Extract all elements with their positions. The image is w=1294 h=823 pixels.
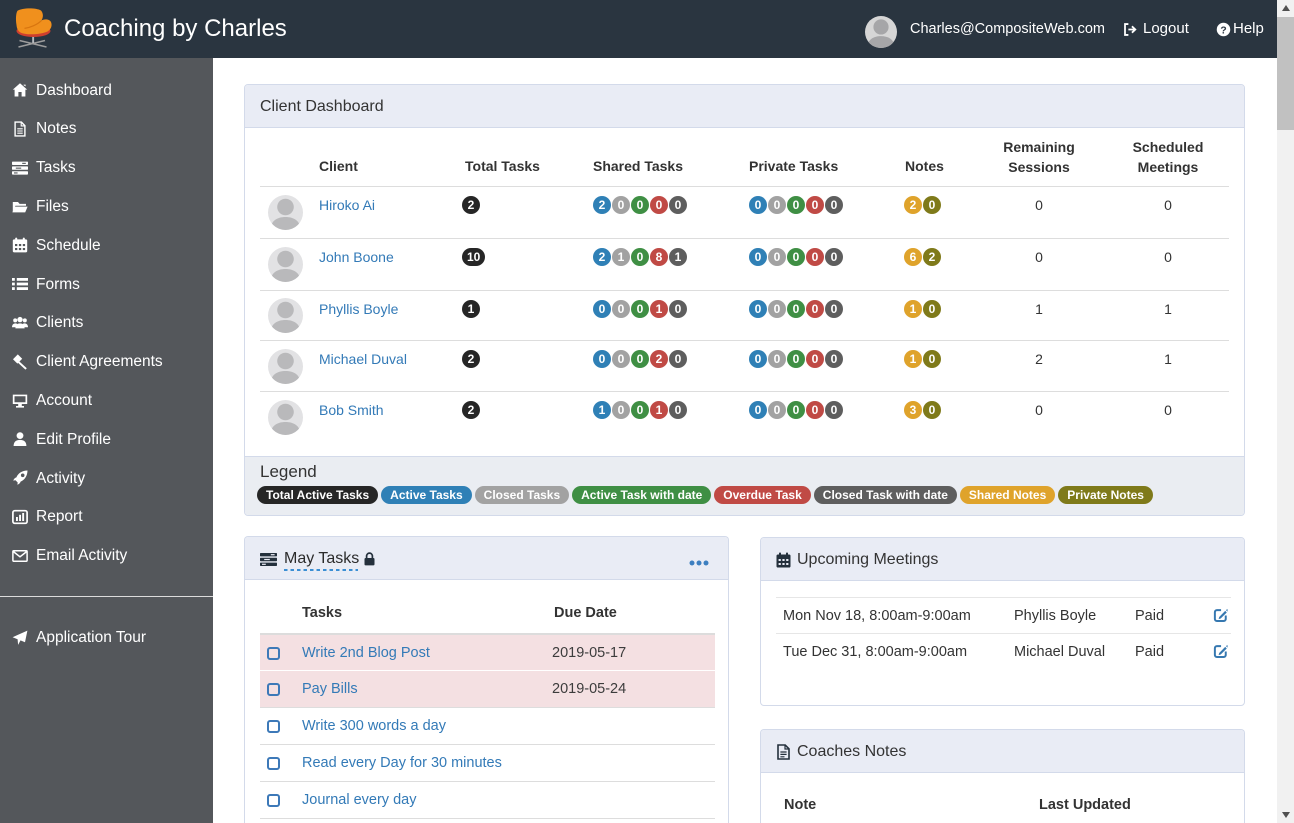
- svg-text:?: ?: [1220, 25, 1226, 36]
